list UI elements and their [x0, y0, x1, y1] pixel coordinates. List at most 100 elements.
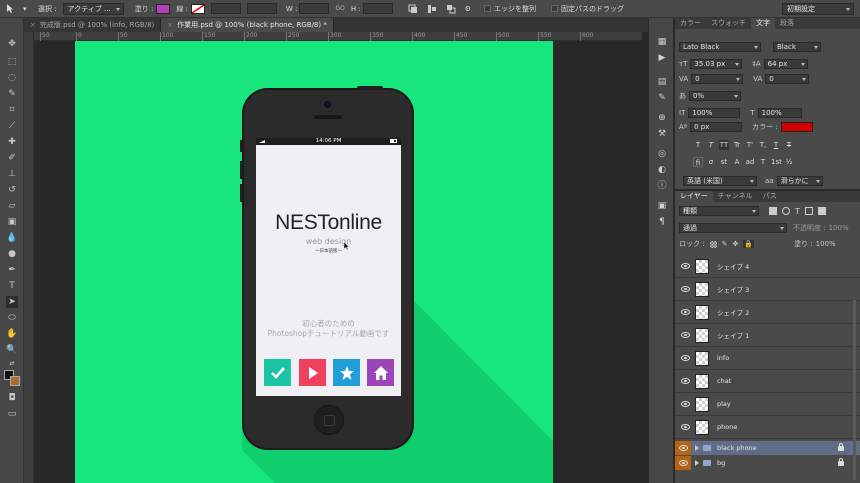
layer-group-bg[interactable]: bg: [675, 456, 860, 470]
styles-panel-icon[interactable]: ▣: [656, 200, 668, 212]
select-dropdown[interactable]: アクティブ ...: [62, 2, 124, 15]
discretionary-ligatures-button[interactable]: st: [719, 157, 729, 167]
lock-pixels-icon[interactable]: ✎: [722, 240, 728, 248]
superscript-button[interactable]: T': [745, 140, 755, 150]
expand-arrow-icon[interactable]: [695, 460, 699, 466]
underline-button[interactable]: T: [771, 140, 781, 150]
visibility-eye-icon[interactable]: [681, 401, 690, 407]
visibility-toggle[interactable]: [675, 456, 691, 470]
tab-layers[interactable]: レイヤー: [675, 191, 713, 202]
faux-bold-button[interactable]: T: [693, 140, 703, 150]
paragraph-styles-icon[interactable]: ¶: [656, 216, 668, 228]
height-input[interactable]: [362, 3, 393, 14]
workspace-dropdown[interactable]: 初期設定: [782, 2, 854, 15]
home-app-button[interactable]: [367, 359, 394, 386]
text-color-swatch[interactable]: [780, 122, 813, 132]
stylistic-alternates-button[interactable]: ad: [745, 157, 755, 167]
lock-transparent-icon[interactable]: [709, 240, 717, 248]
font-family-dropdown[interactable]: Lato Black: [679, 42, 761, 52]
background-color-swatch[interactable]: [10, 376, 20, 386]
tool-presets-icon[interactable]: ⚒: [656, 128, 668, 140]
play-app-button[interactable]: [299, 359, 326, 386]
path-selection-tool-icon[interactable]: ➤: [6, 296, 18, 308]
font-size-field[interactable]: 35.03 px: [690, 59, 743, 69]
visibility-eye-icon[interactable]: [681, 424, 690, 430]
zoom-tool-icon[interactable]: 🔍: [6, 344, 18, 356]
font-style-dropdown[interactable]: Black: [773, 42, 821, 52]
tab-paragraph[interactable]: 段落: [775, 18, 799, 29]
layer-row[interactable]: シェイプ 4: [675, 255, 860, 278]
visibility-eye-icon[interactable]: [681, 355, 690, 361]
path-operations-icon[interactable]: [396, 0, 421, 18]
close-tab-icon[interactable]: ×: [167, 21, 173, 29]
tab-color[interactable]: カラー: [675, 18, 706, 29]
swash-button[interactable]: A: [732, 157, 742, 167]
stroke-color-swatch[interactable]: [190, 3, 205, 14]
language-dropdown[interactable]: 英語 (米国): [683, 176, 757, 186]
check-app-button[interactable]: [264, 359, 291, 386]
vertical-scale-field[interactable]: 100%: [688, 108, 741, 118]
visibility-toggle[interactable]: [675, 441, 691, 455]
baseline-shift-field[interactable]: 0 px: [690, 122, 743, 132]
layer-row[interactable]: シェイプ 2: [675, 301, 860, 324]
lock-all-icon[interactable]: 🔒: [743, 240, 755, 248]
clone-stamp-icon[interactable]: ⊥: [6, 168, 18, 180]
path-select-tool-icon[interactable]: [0, 0, 20, 18]
ordinals-button[interactable]: 1st: [771, 157, 782, 167]
eraser-tool-icon[interactable]: ▱: [6, 200, 18, 212]
marquee-tool-icon[interactable]: ⬚: [6, 56, 18, 68]
tab-channels[interactable]: チャンネル: [713, 191, 758, 202]
stroke-width-input[interactable]: [210, 3, 241, 14]
visibility-eye-icon[interactable]: [681, 286, 690, 292]
actions-panel-icon[interactable]: ▶: [656, 52, 668, 64]
align-edges-checkbox[interactable]: [483, 5, 491, 12]
layer-row[interactable]: シェイプ 1: [675, 324, 860, 347]
shape-tool-icon[interactable]: ⬭: [6, 312, 18, 324]
ligatures-button[interactable]: fi: [693, 157, 703, 167]
visibility-eye-icon[interactable]: [681, 332, 690, 338]
settings-gear-icon[interactable]: ⚙: [459, 0, 474, 18]
star-app-button[interactable]: [333, 359, 360, 386]
strikethrough-button[interactable]: T: [784, 140, 794, 150]
layer-row[interactable]: play: [675, 393, 860, 416]
type-tool-icon[interactable]: T: [6, 280, 18, 292]
tool-preset-dropdown[interactable]: ▾: [20, 0, 30, 18]
fractions-button[interactable]: ½: [784, 157, 794, 167]
artboard[interactable]: 14:06 PM NESTonline web design 〜日本語版〜 初心…: [75, 41, 553, 483]
layer-group-black-phone[interactable]: black phone: [675, 441, 860, 455]
dodge-tool-icon[interactable]: ●: [6, 248, 18, 260]
faux-italic-button[interactable]: T: [706, 140, 716, 150]
swap-colors-icon[interactable]: ⇄: [6, 358, 18, 370]
layer-row[interactable]: シェイプ 3: [675, 278, 860, 301]
subscript-button[interactable]: T,: [758, 140, 768, 150]
move-tool-icon[interactable]: ✥: [6, 38, 18, 50]
crop-tool-icon[interactable]: ⌗: [6, 104, 18, 116]
antialias-dropdown[interactable]: 滑らかに: [776, 176, 823, 186]
expand-arrow-icon[interactable]: [695, 445, 699, 451]
kerning-field[interactable]: 0: [691, 74, 744, 84]
hand-tool-icon[interactable]: ✋: [6, 328, 18, 340]
history-panel-icon[interactable]: ▦: [656, 36, 668, 48]
fill-color-swatch[interactable]: [156, 3, 171, 14]
layer-filter-dropdown[interactable]: 種類: [679, 206, 759, 216]
canvas-area[interactable]: 14:06 PM NESTonline web design 〜日本語版〜 初心…: [34, 41, 642, 483]
eyedropper-tool-icon[interactable]: ⟋: [6, 120, 18, 132]
width-input[interactable]: [299, 3, 330, 14]
stroke-type-dropdown[interactable]: [246, 3, 277, 14]
layer-row[interactable]: phone: [675, 416, 860, 439]
visibility-eye-icon[interactable]: [681, 378, 690, 384]
visibility-eye-icon[interactable]: [681, 263, 690, 269]
brush-presets-icon[interactable]: ✎: [656, 92, 668, 104]
fixed-path-checkbox[interactable]: [550, 5, 558, 12]
healing-brush-icon[interactable]: ✚: [6, 136, 18, 148]
horizontal-scale-field[interactable]: 100%: [757, 108, 802, 118]
filter-type-icon[interactable]: T: [795, 207, 800, 216]
brush-panel-icon[interactable]: ▤: [656, 76, 668, 88]
brush-tool-icon[interactable]: ✐: [6, 152, 18, 164]
tab-finished-psd[interactable]: × 完成版.psd @ 100% (info, RGB/8): [24, 18, 162, 32]
tab-working-psd[interactable]: × 作業用.psd @ 100% (black phone, RGB/8) *: [161, 18, 334, 32]
gradient-tool-icon[interactable]: ▣: [6, 216, 18, 228]
screen-mode-icon[interactable]: ▭: [6, 408, 18, 420]
blend-mode-dropdown[interactable]: 通過: [679, 223, 787, 233]
lock-position-icon[interactable]: ✥: [732, 240, 738, 248]
